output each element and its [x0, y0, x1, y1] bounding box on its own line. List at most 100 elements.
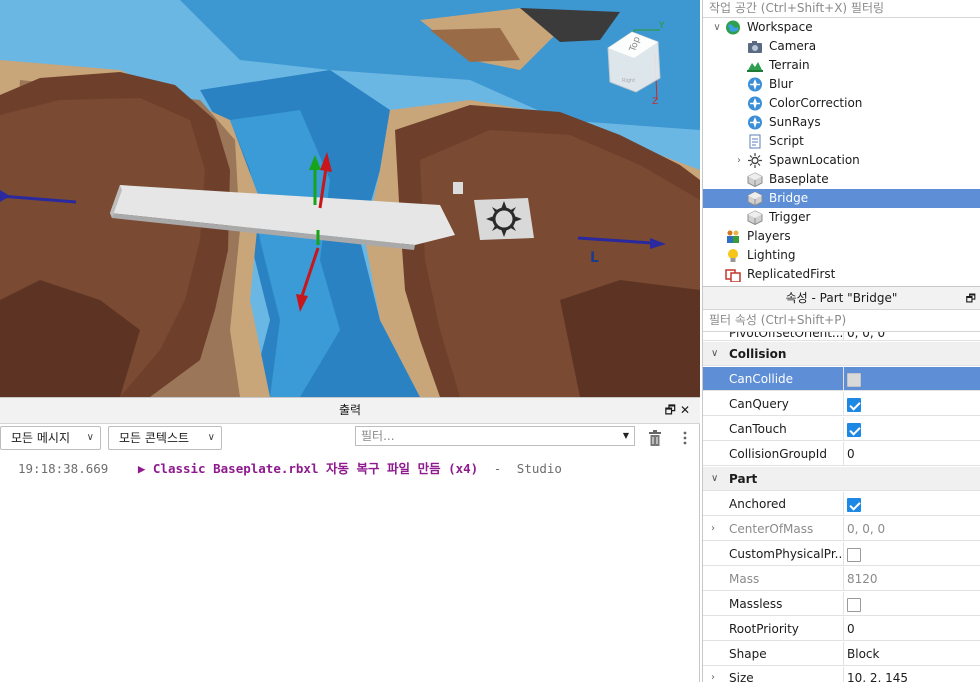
tree-item-terrain[interactable]: Terrain [703, 56, 980, 75]
tree-item-replicatedfirst[interactable]: ReplicatedFirst [703, 265, 980, 284]
message-filter-dropdown[interactable]: 모든 메시지 ∨ [0, 426, 101, 450]
log-separator: - [493, 461, 502, 476]
output-filter-placeholder: 필터... [361, 429, 395, 443]
tree-item-camera[interactable]: Camera [703, 37, 980, 56]
post-effect-icon [747, 77, 763, 92]
property-value[interactable]: 0, 0, 0 [847, 522, 885, 536]
checkbox-checked[interactable] [847, 397, 861, 412]
property-canquery[interactable]: CanQuery [703, 392, 980, 416]
checkbox[interactable] [847, 372, 861, 387]
property-value: 10, 2, 145 [847, 671, 909, 682]
view-cube-y-axis-label: Y [658, 21, 665, 31]
output-filter-input[interactable]: 필터... ▼ [355, 426, 635, 446]
checkbox-checked[interactable] [847, 422, 861, 437]
globe-icon [725, 20, 741, 35]
trash-icon[interactable] [648, 430, 662, 446]
property-centerofmass[interactable]: › CenterOfMass 0, 0, 0 [703, 517, 980, 541]
caret-down-icon: ▼ [622, 431, 629, 440]
close-icon[interactable]: ✕ [680, 403, 694, 417]
post-effect-icon [747, 96, 763, 111]
explorer-filter-input[interactable]: 작업 공간 (Ctrl+Shift+X) 필터링 [703, 0, 980, 18]
property-shape[interactable]: Shape Block [703, 642, 980, 666]
dock-icon[interactable]: 🗗 [665, 403, 680, 417]
view-cube-z-axis-label: Z [652, 97, 658, 107]
more-options-icon[interactable] [682, 431, 688, 445]
property-size[interactable]: › Size 10, 2, 145 [703, 667, 980, 682]
property-cancollide[interactable]: CanCollide [703, 367, 980, 391]
part-icon [747, 210, 763, 226]
terrain-icon [747, 58, 763, 73]
tree-item-colorcorrection[interactable]: ColorCorrection [703, 94, 980, 113]
section-collision[interactable]: ∨ Collision [703, 342, 980, 366]
property-mass[interactable]: Mass 8120 [703, 567, 980, 591]
tree-item-spawnlocation[interactable]: › SpawnLocation [703, 151, 980, 170]
tree-item-lighting[interactable]: Lighting [703, 246, 980, 265]
log-source: Studio [516, 461, 562, 476]
property-value[interactable]: 0 [847, 447, 855, 461]
property-value[interactable]: Block [847, 647, 879, 661]
property-name: Anchored [729, 497, 787, 511]
context-filter-dropdown[interactable]: 모든 콘텍스트 ∨ [108, 426, 222, 450]
expand-arrow-icon[interactable]: ▶ [138, 461, 146, 476]
tree-item-label: ReplicatedFirst [747, 267, 836, 281]
checkbox[interactable] [847, 547, 861, 562]
log-entry: 19:18:38.669 ▶ Classic Baseplate.rbxl 자동… [18, 458, 562, 477]
section-title: Collision [729, 347, 787, 361]
property-row[interactable]: PivotOffsetOrient... 0, 0, 0 [703, 332, 980, 341]
property-name: CanTouch [729, 422, 787, 436]
tree-item-trigger[interactable]: Trigger [703, 208, 980, 227]
chevron-right-icon[interactable]: › [711, 517, 715, 541]
property-name: Size [729, 671, 754, 682]
tree-item-baseplate[interactable]: Baseplate [703, 170, 980, 189]
property-cantouch[interactable]: CanTouch [703, 417, 980, 441]
context-filter-label: 모든 콘텍스트 [119, 431, 190, 445]
properties-filter-input[interactable]: 필터 속성 (Ctrl+Shift+P) [702, 310, 980, 332]
tree-item-script[interactable]: Script [703, 132, 980, 151]
tree-item-players[interactable]: Players [703, 227, 980, 246]
log-message: Classic Baseplate.rbxl 자동 복구 파일 만듬 (x4) [152, 461, 479, 476]
chevron-down-icon[interactable]: ∨ [711, 467, 718, 491]
studio-window: L Top Right Y Z 작업 공간 (Ctrl+Shift+X) 필터링… [0, 0, 980, 682]
explorer-panel: 작업 공간 (Ctrl+Shift+X) 필터링 ∨ Workspace Camer… [702, 0, 980, 286]
tree-item-workspace[interactable]: ∨ Workspace [703, 18, 980, 37]
chevron-right-icon[interactable]: › [733, 151, 745, 170]
property-name: CanQuery [729, 397, 789, 411]
tree-item-label: Terrain [769, 58, 810, 72]
property-rootpriority[interactable]: RootPriority 0 [703, 617, 980, 641]
tree-item-blur[interactable]: Blur [703, 75, 980, 94]
property-value[interactable]: 8120 [847, 572, 878, 586]
dock-icon[interactable]: 🗗 [966, 287, 976, 310]
chevron-down-icon[interactable]: ∨ [711, 18, 723, 37]
tree-item-label: Bridge [769, 191, 809, 205]
tree-item-sunrays[interactable]: SunRays [703, 113, 980, 132]
chevron-right-icon[interactable]: › [711, 667, 715, 682]
lightbulb-icon [725, 248, 741, 263]
cursor-mark: L [590, 250, 599, 266]
3d-viewport[interactable]: L Top Right Y Z [0, 0, 700, 397]
view-cube-right-face: Right [622, 78, 635, 84]
tree-item-label: Script [769, 134, 804, 148]
section-part[interactable]: ∨ Part [703, 467, 980, 491]
properties-grid: PivotOffsetOrient... 0, 0, 0 ∨ Collision Can… [702, 332, 980, 682]
tree-item-label: Camera [769, 39, 817, 53]
property-name: Mass [729, 572, 760, 586]
camera-icon [747, 39, 763, 54]
tree-item-label: SpawnLocation [769, 153, 860, 167]
chevron-down-icon[interactable]: ∨ [711, 342, 718, 366]
part-icon [747, 172, 763, 188]
property-massless[interactable]: Massless [703, 592, 980, 616]
checkbox[interactable] [847, 597, 861, 612]
tree-item-label: Trigger [769, 210, 811, 224]
property-collisiongroupid[interactable]: CollisionGroupId 0 [703, 442, 980, 466]
property-name: CustomPhysicalPr... [729, 547, 843, 561]
property-anchored[interactable]: Anchored [703, 492, 980, 516]
checkbox-checked[interactable] [847, 497, 861, 512]
property-customphysicalpr[interactable]: CustomPhysicalPr... [703, 542, 980, 566]
players-icon [725, 229, 741, 244]
output-panel: 출력 🗗✕ 모든 메시지 ∨ 모든 콘텍스트 ∨ 필터... ▼ 19:18:3… [0, 397, 700, 682]
property-value[interactable]: 0 [847, 622, 855, 636]
spawn-icon [747, 153, 763, 168]
property-name: Massless [729, 597, 783, 611]
output-title-bar: 출력 🗗✕ [0, 398, 700, 424]
tree-item-bridge[interactable]: Bridge [703, 189, 980, 208]
